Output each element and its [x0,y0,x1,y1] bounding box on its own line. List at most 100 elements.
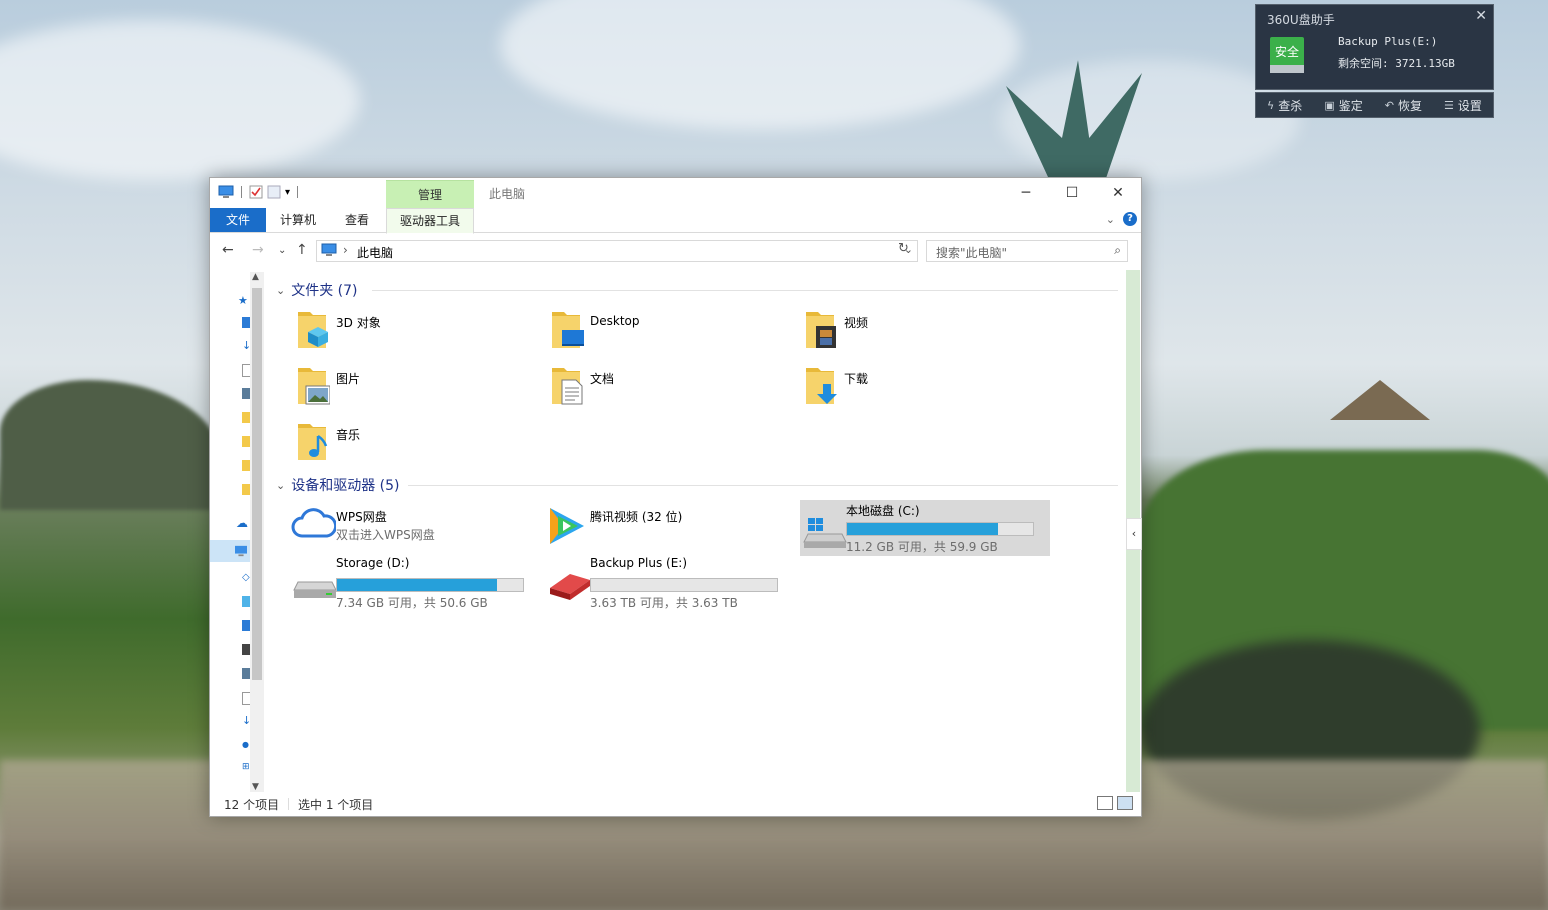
chevron-down-icon[interactable]: ⌄ [276,284,285,297]
windows-drive-nav-icon[interactable]: ⊞ [242,762,250,773]
large-icons-view-icon[interactable] [1117,796,1133,810]
videos-nav-icon[interactable] [242,644,250,655]
back-icon[interactable]: ← [222,242,234,258]
folder-tile[interactable]: 3D 对象 [290,308,540,362]
breadcrumb-separator-icon[interactable]: › [343,243,348,257]
folder-tile[interactable]: Desktop [544,308,794,362]
restore-button[interactable]: ↶ 恢复 [1385,97,1422,114]
device-tile[interactable]: 腾讯视频 (32 位) [544,502,794,556]
identify-button[interactable]: ▣ 鉴定 [1324,97,1362,114]
folder-tile[interactable]: 下载 [798,364,1048,418]
usb-drive-icon: 安全 [1270,37,1304,73]
folder-tile[interactable]: 图片 [290,364,540,418]
recent-locations-icon[interactable]: ⌄ [278,245,286,256]
properties-icon[interactable] [249,185,263,199]
window-title: 此电脑 [489,187,526,201]
drive-usage-bar [846,522,1034,536]
status-bar: 12 个项目 选中 1 个项目 [210,792,1141,816]
expand-ribbon-icon[interactable]: ⌄ [1106,213,1115,226]
scrollbar-thumb[interactable] [252,288,262,680]
tencent-video-icon [550,508,584,544]
address-bar[interactable]: › 此电脑 ⌄ [316,240,918,262]
folder-nav-icon[interactable] [242,460,250,471]
close-button[interactable]: ✕ [1095,178,1141,208]
windows-drive-icon [803,518,847,548]
folder-tile[interactable]: 音乐 [290,420,540,474]
settings-button[interactable]: ☰ 设置 [1444,97,1482,114]
desktop-folder-icon [552,312,584,348]
documents-folder-icon [552,368,583,405]
forward-icon[interactable]: → [252,242,264,258]
folder-nav-icon[interactable] [242,436,250,447]
scroll-down-icon[interactable]: ▼ [252,782,259,792]
ribbon-tabs: 文件 计算机 查看 驱动器工具 ⌄ ? [210,208,1141,234]
navigation-scrollbar[interactable]: ▲ ▼ [250,272,264,792]
drive-usage-bar [336,578,524,592]
minimize-button[interactable]: ─ [1003,178,1049,208]
new-folder-icon[interactable] [267,185,281,199]
explorer-window: ▾ 管理 此电脑 ─ ☐ ✕ 文件 计算机 查看 驱动器工具 ⌄ ? ← → ⌄… [209,177,1142,817]
popup-action-bar: ϟ 查杀 ▣ 鉴定 ↶ 恢复 ☰ 设置 [1255,92,1494,118]
folder-nav-icon[interactable] [242,412,250,423]
usb-assistant-popup: 360U盘助手 ✕ 安全 Backup Plus(E:) 剩余空间: 3721.… [1255,4,1494,90]
item-count: 12 个项目 [224,798,280,812]
devices-group-header[interactable]: ⌄ 设备和驱动器 (5) [276,475,400,495]
selected-count: 选中 1 个项目 [298,798,374,812]
group-divider [408,485,1118,486]
folder-nav-icon[interactable] [242,484,250,495]
refresh-icon[interactable]: ↻ [898,241,909,256]
onedrive-cloud-icon[interactable]: ☁ [236,516,250,530]
scan-button[interactable]: ϟ 查杀 [1267,97,1302,114]
tab-manage[interactable]: 管理 [386,180,474,209]
close-icon[interactable]: ✕ [1475,8,1487,24]
popup-title: 360U盘助手 [1267,13,1335,27]
computer-icon [218,185,234,198]
this-pc-nav-item[interactable] [210,540,250,562]
search-icon: ⌕ [1114,243,1121,257]
tab-drive-tools[interactable]: 驱动器工具 [386,208,474,234]
music-nav-icon[interactable]: ● [242,740,250,751]
music-folder-icon [298,424,328,460]
safety-badge: 安全 [1274,45,1299,59]
tab-computer[interactable]: 计算机 [272,208,324,232]
settings-icon: ☰ [1444,98,1454,112]
chevron-down-icon[interactable]: ⌄ [276,479,285,492]
desktop-nav-icon[interactable] [242,620,250,631]
hard-drive-icon [293,581,337,598]
maximize-button[interactable]: ☐ [1049,178,1095,208]
tab-view[interactable]: 查看 [332,208,382,232]
desktop-nav-icon[interactable] [242,317,250,328]
pictures-nav-icon[interactable] [242,668,250,679]
drive-name: Backup Plus(E:) [1338,35,1438,48]
device-tile[interactable]: 本地磁盘 (C:) 11.2 GB 可用，共 59.9 GB [800,500,1050,556]
scroll-up-icon[interactable]: ▲ [252,272,259,282]
folders-group-header[interactable]: ⌄ 文件夹 (7) [276,280,358,300]
3d-objects-nav-icon[interactable]: ◇ [242,572,250,583]
quick-access-star-icon[interactable]: ★ [238,294,250,307]
customize-qat-icon[interactable]: ▾ [285,187,290,198]
cube-nav-icon[interactable] [242,596,250,607]
tab-file[interactable]: 文件 [210,208,266,232]
pictures-nav-icon[interactable] [242,388,250,399]
drive-usage-bar [590,578,778,592]
up-icon[interactable]: ↑ [296,242,308,258]
pictures-folder-icon [298,368,330,405]
breadcrumb[interactable]: 此电脑 [357,244,393,261]
title-bar[interactable]: ▾ 管理 此电脑 ─ ☐ ✕ [210,178,1141,209]
downloads-folder-icon [806,368,837,404]
drive-usage-fill [847,523,998,535]
drive-usage-fill [337,579,497,591]
folder-tile[interactable]: 视频 [798,308,1048,362]
device-tile[interactable]: WPS网盘 双击进入WPS网盘 [290,502,540,556]
chevron-left-icon[interactable]: ‹ [1126,518,1142,550]
device-tile[interactable]: Backup Plus (E:) 3.63 TB 可用，共 3.63 TB [544,556,794,612]
device-tile[interactable]: Storage (D:) 7.34 GB 可用，共 50.6 GB [290,556,540,612]
external-drive-icon [550,574,590,600]
content-pane: ⌄ 文件夹 (7) 3D 对象 Desktop 视频 图片 文档 下载 音乐 ⌄… [268,270,1126,792]
downloads-nav-icon[interactable]: ↓ [242,339,251,352]
folder-tile[interactable]: 文档 [544,364,794,418]
details-view-icon[interactable] [1097,796,1113,810]
search-input[interactable]: 搜索"此电脑" ⌕ [926,240,1128,262]
help-icon[interactable]: ? [1123,212,1137,226]
downloads-nav-icon[interactable]: ↓ [242,714,251,727]
